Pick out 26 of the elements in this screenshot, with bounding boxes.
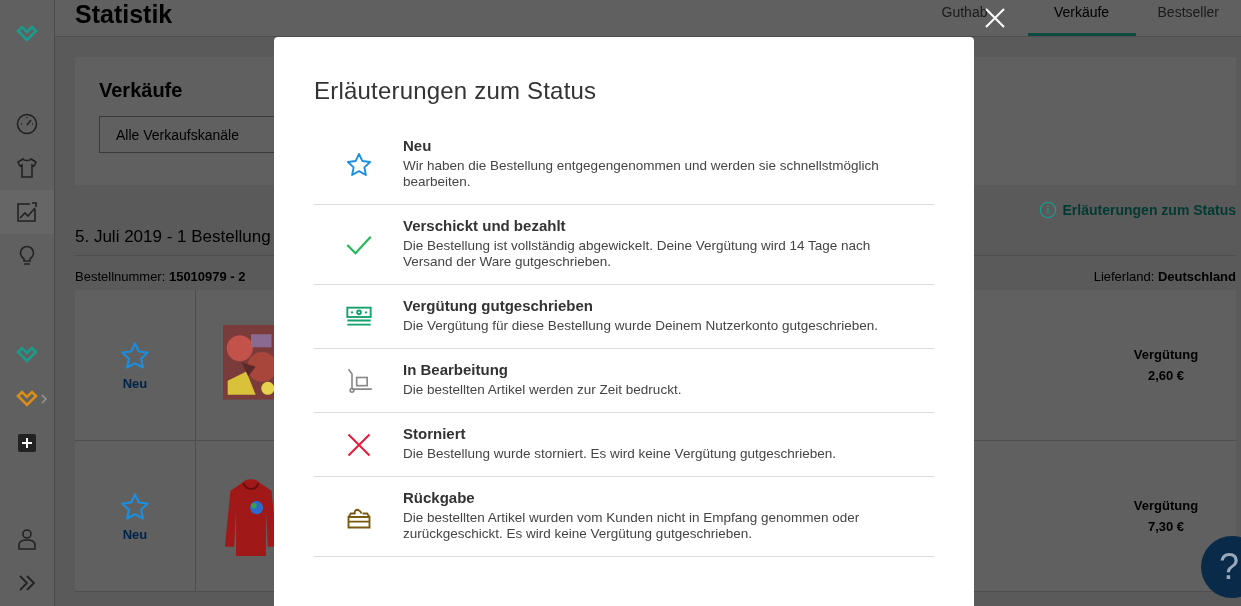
status-title: Neu <box>403 137 433 154</box>
status-label: Neu <box>122 526 148 542</box>
status-description: Die bestellten Artikel wurden vom Kunden nicht in Empfang genommen oder zurückgeschickt. Es wird keine Vergütung gutgeschrieben. <box>403 510 861 542</box>
status-description: Wir haben die Bestellung entgegengenommen und werden sie schnellstmöglich bearbeiten. <box>403 158 880 190</box>
status-title: Vergütung gutgeschrieben <box>403 297 595 314</box>
tab[interactable]: Bestseller <box>1135 1 1241 36</box>
status-title: Storniert <box>403 425 467 442</box>
status-description: Die Vergütung für diese Bestellung wurde Deinem Nutzerkonto gutgeschrieben. <box>403 318 880 334</box>
status-title: Verschickt und bezahlt <box>403 217 567 234</box>
payout-label: Vergütung <box>1133 498 1199 513</box>
payout-amount: 7,30 € <box>1147 519 1185 534</box>
dialog-title: Erläuterungen zum Status <box>314 77 598 105</box>
tab[interactable]: Guthab <box>931 1 1028 36</box>
status-description: Die bestellten Artikel werden zur Zeit bedruckt. <box>403 382 683 398</box>
page-title: Statistik <box>75 0 173 29</box>
tab[interactable]: Verkäufe <box>1027 1 1136 36</box>
status-info-link[interactable]: Erläuterungen zum Status <box>1038 201 1236 219</box>
status-description: Die Bestellung wurde storniert. Es wird keine Vergütung gutgeschrieben. <box>403 446 837 462</box>
delivery-country: Lieferland: Deutschland <box>1093 269 1236 284</box>
order-number: Bestellnummer: 15010979 - 2 <box>75 269 246 284</box>
status-title: In Bearbeitung <box>403 361 509 378</box>
status-title: Rückgabe <box>403 489 476 506</box>
status-label: Neu <box>122 375 148 391</box>
section-title: Verkäufe <box>99 79 183 102</box>
payout-label: Vergütung <box>1133 347 1199 362</box>
payout-amount: 2,60 € <box>1147 368 1185 383</box>
